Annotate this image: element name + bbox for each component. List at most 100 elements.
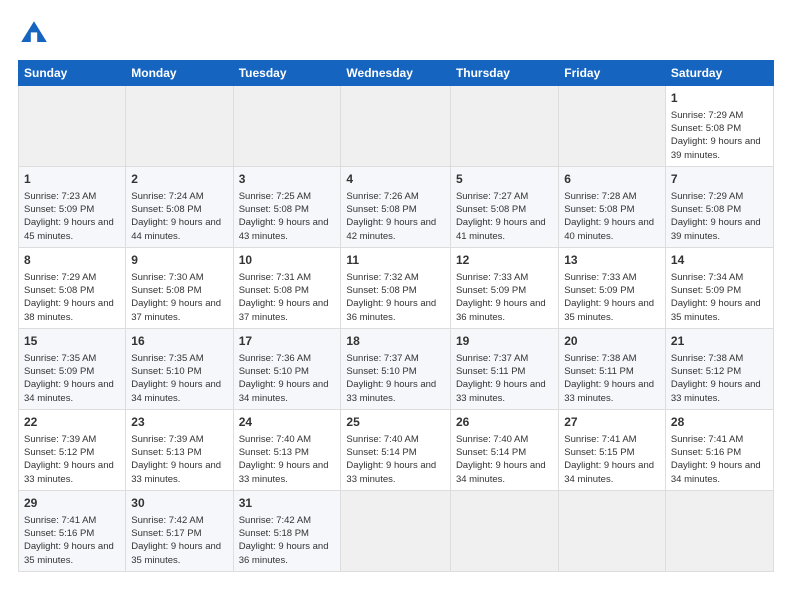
daylight-label: Daylight: 9 hours and 41 minutes. — [456, 217, 546, 241]
day-number: 24 — [239, 414, 336, 431]
day-number: 1 — [671, 90, 768, 107]
sunrise: Sunrise: 7:40 AM — [239, 434, 311, 445]
sunrise: Sunrise: 7:39 AM — [131, 434, 203, 445]
sunrise: Sunrise: 7:32 AM — [346, 272, 418, 283]
calendar-day — [450, 86, 558, 167]
sunrise: Sunrise: 7:35 AM — [131, 353, 203, 364]
day-number: 14 — [671, 252, 768, 269]
sunrise: Sunrise: 7:41 AM — [24, 515, 96, 526]
sunrise: Sunrise: 7:41 AM — [564, 434, 636, 445]
day-number: 3 — [239, 171, 336, 188]
day-number: 11 — [346, 252, 445, 269]
day-header-saturday: Saturday — [665, 61, 773, 86]
calendar-day: 18Sunrise: 7:37 AMSunset: 5:10 PMDayligh… — [341, 328, 451, 409]
sunrise: Sunrise: 7:37 AM — [346, 353, 418, 364]
page-header — [18, 18, 774, 50]
daylight-label: Daylight: 9 hours and 33 minutes. — [564, 379, 654, 403]
daylight-label: Daylight: 9 hours and 37 minutes. — [239, 298, 329, 322]
daylight-label: Daylight: 9 hours and 40 minutes. — [564, 217, 654, 241]
calendar-week-2: 8Sunrise: 7:29 AMSunset: 5:08 PMDaylight… — [19, 247, 774, 328]
sunset: Sunset: 5:15 PM — [564, 447, 634, 458]
sunset: Sunset: 5:18 PM — [239, 528, 309, 539]
sunset: Sunset: 5:16 PM — [671, 447, 741, 458]
calendar-day: 8Sunrise: 7:29 AMSunset: 5:08 PMDaylight… — [19, 247, 126, 328]
daylight-label: Daylight: 9 hours and 35 minutes. — [131, 541, 221, 565]
day-header-monday: Monday — [126, 61, 233, 86]
calendar-day: 24Sunrise: 7:40 AMSunset: 5:13 PMDayligh… — [233, 409, 341, 490]
daylight-label: Daylight: 9 hours and 34 minutes. — [239, 379, 329, 403]
daylight-label: Daylight: 9 hours and 33 minutes. — [346, 379, 436, 403]
day-header-sunday: Sunday — [19, 61, 126, 86]
calendar-week-3: 15Sunrise: 7:35 AMSunset: 5:09 PMDayligh… — [19, 328, 774, 409]
daylight-label: Daylight: 9 hours and 34 minutes. — [456, 460, 546, 484]
calendar-day: 1Sunrise: 7:23 AMSunset: 5:09 PMDaylight… — [19, 166, 126, 247]
sunrise: Sunrise: 7:40 AM — [346, 434, 418, 445]
daylight-label: Daylight: 9 hours and 33 minutes. — [671, 379, 761, 403]
sunrise: Sunrise: 7:23 AM — [24, 191, 96, 202]
sunrise: Sunrise: 7:34 AM — [671, 272, 743, 283]
calendar-day: 3Sunrise: 7:25 AMSunset: 5:08 PMDaylight… — [233, 166, 341, 247]
calendar-day: 17Sunrise: 7:36 AMSunset: 5:10 PMDayligh… — [233, 328, 341, 409]
daylight-label: Daylight: 9 hours and 43 minutes. — [239, 217, 329, 241]
daylight-label: Daylight: 9 hours and 33 minutes. — [346, 460, 436, 484]
sunset: Sunset: 5:10 PM — [239, 366, 309, 377]
calendar-day: 2Sunrise: 7:24 AMSunset: 5:08 PMDaylight… — [126, 166, 233, 247]
calendar-day — [19, 86, 126, 167]
daylight-label: Daylight: 9 hours and 39 minutes. — [671, 217, 761, 241]
day-number: 17 — [239, 333, 336, 350]
daylight-label: Daylight: 9 hours and 33 minutes. — [456, 379, 546, 403]
calendar-day: 21Sunrise: 7:38 AMSunset: 5:12 PMDayligh… — [665, 328, 773, 409]
day-number: 10 — [239, 252, 336, 269]
sunset: Sunset: 5:08 PM — [671, 204, 741, 215]
calendar-day: 11Sunrise: 7:32 AMSunset: 5:08 PMDayligh… — [341, 247, 451, 328]
sunrise: Sunrise: 7:41 AM — [671, 434, 743, 445]
daylight-label: Daylight: 9 hours and 39 minutes. — [671, 136, 761, 160]
sunset: Sunset: 5:17 PM — [131, 528, 201, 539]
daylight-label: Daylight: 9 hours and 45 minutes. — [24, 217, 114, 241]
day-number: 31 — [239, 495, 336, 512]
calendar-day — [233, 86, 341, 167]
header-row: SundayMondayTuesdayWednesdayThursdayFrid… — [19, 61, 774, 86]
sunset: Sunset: 5:16 PM — [24, 528, 94, 539]
calendar-day: 27Sunrise: 7:41 AMSunset: 5:15 PMDayligh… — [559, 409, 666, 490]
sunset: Sunset: 5:08 PM — [671, 123, 741, 134]
calendar-day: 29Sunrise: 7:41 AMSunset: 5:16 PMDayligh… — [19, 490, 126, 571]
daylight-label: Daylight: 9 hours and 42 minutes. — [346, 217, 436, 241]
sunrise: Sunrise: 7:38 AM — [564, 353, 636, 364]
calendar-body: 1 Sunrise: 7:29 AM Sunset: 5:08 PM Daylight… — [19, 86, 774, 572]
sunrise: Sunrise: 7:40 AM — [456, 434, 528, 445]
daylight-label: Daylight: 9 hours and 34 minutes. — [131, 379, 221, 403]
sunrise: Sunrise: 7:33 AM — [456, 272, 528, 283]
calendar-day: 20Sunrise: 7:38 AMSunset: 5:11 PMDayligh… — [559, 328, 666, 409]
sunset: Sunset: 5:14 PM — [346, 447, 416, 458]
calendar-day: 23Sunrise: 7:39 AMSunset: 5:13 PMDayligh… — [126, 409, 233, 490]
calendar-day: 13Sunrise: 7:33 AMSunset: 5:09 PMDayligh… — [559, 247, 666, 328]
daylight-label: Daylight: 9 hours and 36 minutes. — [346, 298, 436, 322]
sunset: Sunset: 5:08 PM — [131, 204, 201, 215]
calendar-day: 14Sunrise: 7:34 AMSunset: 5:09 PMDayligh… — [665, 247, 773, 328]
day-number: 30 — [131, 495, 227, 512]
daylight-label: Daylight: 9 hours and 35 minutes. — [671, 298, 761, 322]
day-number: 6 — [564, 171, 660, 188]
sunrise: Sunrise: 7:29 AM — [24, 272, 96, 283]
sunrise: Sunrise: 7:26 AM — [346, 191, 418, 202]
daylight-label: Daylight: 9 hours and 33 minutes. — [24, 460, 114, 484]
calendar-day — [341, 86, 451, 167]
day-number: 27 — [564, 414, 660, 431]
sunset: Sunset: 5:08 PM — [346, 204, 416, 215]
calendar-week-5: 29Sunrise: 7:41 AMSunset: 5:16 PMDayligh… — [19, 490, 774, 571]
calendar-day: 31Sunrise: 7:42 AMSunset: 5:18 PMDayligh… — [233, 490, 341, 571]
day-number: 9 — [131, 252, 227, 269]
sunrise: Sunrise: 7:39 AM — [24, 434, 96, 445]
sunrise: Sunrise: 7:29 AM — [671, 191, 743, 202]
day-header-thursday: Thursday — [450, 61, 558, 86]
sunrise: Sunrise: 7:25 AM — [239, 191, 311, 202]
sunset: Sunset: 5:13 PM — [131, 447, 201, 458]
calendar-day: 7Sunrise: 7:29 AMSunset: 5:08 PMDaylight… — [665, 166, 773, 247]
sunset: Sunset: 5:10 PM — [346, 366, 416, 377]
daylight-label: Daylight: 9 hours and 36 minutes. — [456, 298, 546, 322]
daylight-label: Daylight: 9 hours and 36 minutes. — [239, 541, 329, 565]
sunrise: Sunrise: 7:30 AM — [131, 272, 203, 283]
day-number: 16 — [131, 333, 227, 350]
calendar-day: 1Sunrise: 7:29 AMSunset: 5:08 PMDaylight… — [665, 86, 773, 167]
